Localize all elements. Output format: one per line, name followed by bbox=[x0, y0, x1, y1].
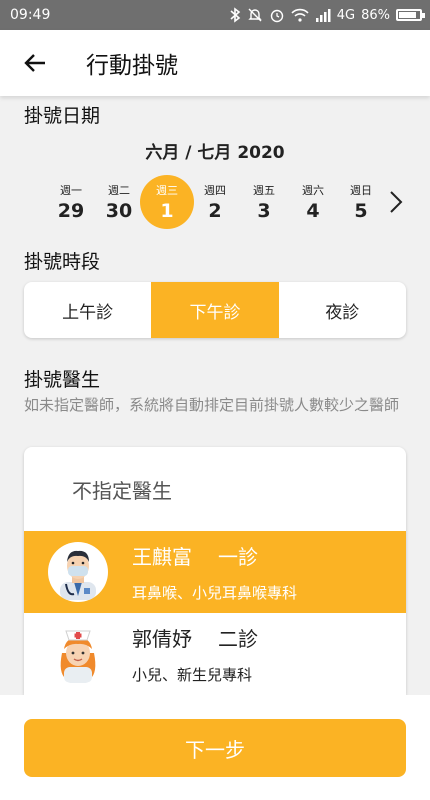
chevron-right-icon[interactable] bbox=[385, 188, 407, 216]
bluetooth-icon bbox=[230, 7, 241, 23]
doctor-item[interactable]: 郭倩妤 二診 小兒、新生兒專科 bbox=[24, 613, 406, 695]
day-weekday: 週四 bbox=[204, 184, 226, 197]
date-section-label: 掛號日期 bbox=[24, 105, 101, 127]
session-option-morning[interactable]: 上午診 bbox=[24, 282, 151, 338]
doctor-name-line: 郭倩妤 二診 bbox=[132, 623, 258, 652]
female-nurse-icon bbox=[60, 630, 96, 683]
day-weekday: 週三 bbox=[156, 184, 178, 197]
day-item-selected[interactable]: 週三 1 bbox=[140, 175, 194, 229]
arrow-left-icon bbox=[24, 54, 45, 72]
session-option-afternoon[interactable]: 下午診 bbox=[151, 282, 279, 338]
doctor-name: 王麒富 bbox=[132, 545, 192, 569]
battery-percent: 86% bbox=[361, 7, 390, 23]
day-picker: 週一 29 週二 30 週三 1 週四 2 週五 3 週六 4 週日 5 bbox=[45, 173, 385, 231]
day-item[interactable]: 週四 2 bbox=[189, 173, 241, 231]
day-date: 3 bbox=[257, 200, 271, 222]
page-title: 行動掛號 bbox=[86, 53, 178, 79]
session-segmented-control: 上午診 下午診 夜診 bbox=[24, 282, 406, 338]
male-doctor-icon bbox=[60, 550, 96, 600]
day-weekday: 週二 bbox=[108, 184, 130, 197]
day-weekday: 週日 bbox=[350, 184, 372, 197]
next-button[interactable]: 下一步 bbox=[24, 719, 406, 777]
status-bar: 09:49 4G 86% bbox=[0, 0, 430, 30]
day-item[interactable]: 週六 4 bbox=[287, 173, 339, 231]
doctor-item-selected[interactable]: 王麒富 一診 耳鼻喉、小兒耳鼻喉專科 bbox=[24, 531, 406, 613]
alarm-icon bbox=[270, 9, 283, 23]
signal-icon bbox=[315, 9, 331, 22]
doctor-note: 如未指定醫師，系統將自動排定目前掛號人數較少之醫師 bbox=[24, 396, 400, 414]
day-weekday: 週六 bbox=[302, 184, 324, 197]
doctor-specialty: 小兒、新生兒專科 bbox=[132, 666, 253, 684]
session-option-night[interactable]: 夜診 bbox=[279, 282, 406, 338]
day-date: 1 bbox=[160, 200, 174, 222]
doctor-section-label: 掛號醫生 bbox=[24, 369, 101, 391]
doctor-clinic: 一診 bbox=[218, 545, 258, 569]
doctor-info: 郭倩妤 二診 小兒、新生兒專科 bbox=[132, 623, 258, 685]
doctor-clinic: 二診 bbox=[218, 627, 258, 651]
network-type: 4G bbox=[336, 7, 356, 23]
day-date: 5 bbox=[354, 200, 368, 222]
wifi-icon bbox=[291, 8, 309, 22]
doctor-name: 郭倩妤 bbox=[132, 627, 192, 651]
doctor-info: 王麒富 一診 耳鼻喉、小兒耳鼻喉專科 bbox=[132, 541, 297, 603]
day-item[interactable]: 週日 5 bbox=[335, 173, 387, 231]
doctor-list: 不指定醫生 王麒富 一診 耳鼻喉、小兒耳鼻喉專科 郭倩妤 二診 小兒、新生兒專科 bbox=[24, 447, 406, 695]
session-section-label: 掛號時段 bbox=[24, 251, 101, 273]
back-button[interactable] bbox=[0, 30, 70, 96]
day-date: 29 bbox=[57, 200, 85, 222]
no-preference-option[interactable]: 不指定醫生 bbox=[24, 447, 406, 531]
day-weekday: 週一 bbox=[60, 184, 82, 197]
battery-icon bbox=[396, 9, 425, 21]
doctor-name-line: 王麒富 一診 bbox=[132, 541, 297, 570]
day-item[interactable]: 週二 30 bbox=[93, 173, 145, 231]
doctor-avatar bbox=[48, 542, 108, 602]
month-label: 六月 / 七月 2020 bbox=[145, 143, 285, 163]
status-icons: 4G 86% bbox=[229, 7, 425, 23]
battery-level bbox=[399, 12, 417, 18]
day-date: 4 bbox=[306, 200, 320, 222]
day-date: 30 bbox=[105, 200, 133, 222]
day-item[interactable]: 週五 3 bbox=[238, 173, 290, 231]
doctor-specialty: 耳鼻喉、小兒耳鼻喉專科 bbox=[132, 584, 298, 602]
day-weekday: 週五 bbox=[253, 184, 275, 197]
day-date: 2 bbox=[208, 200, 222, 222]
app-bar: 行動掛號 bbox=[0, 30, 430, 96]
day-item[interactable]: 週一 29 bbox=[45, 173, 97, 231]
bottom-bar: 下一步 bbox=[0, 695, 430, 800]
notifications-off-icon bbox=[248, 8, 262, 22]
status-time: 09:49 bbox=[10, 7, 51, 23]
doctor-avatar bbox=[48, 624, 108, 684]
